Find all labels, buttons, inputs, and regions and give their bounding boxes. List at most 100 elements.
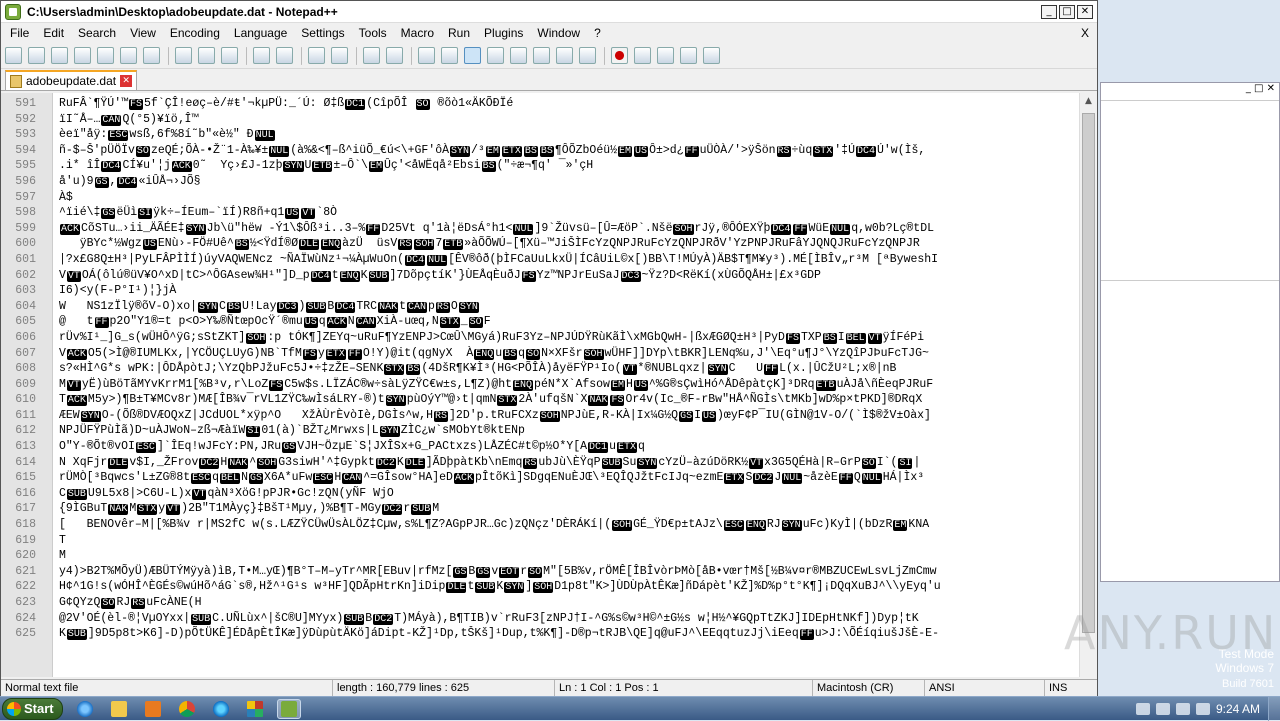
code-line[interactable]: À$ xyxy=(59,190,1079,206)
code-line[interactable]: H¢^1G!s(wÓHÎ^ÈGÉs©wúHõ^áG`s®,Hž^¹G¹s w³H… xyxy=(59,579,1079,595)
folder-workspace-icon[interactable] xyxy=(556,47,573,64)
menu-help[interactable]: ? xyxy=(587,23,608,43)
text-area[interactable]: RuFÂ`¶ŸÚ'™ FS 5f`ÇÎ!eøç–è/#ŧ'¬kµPÜ:_´Ú: Ø‡… xyxy=(53,93,1079,677)
tab-close-icon[interactable]: ✕ xyxy=(120,75,133,87)
code-line[interactable]: V VT OÁ(ôlú®üV¥O^xD|tC>^ÔGAsew¾H¹"]D_p DC4 t… xyxy=(59,268,1079,284)
clock[interactable]: 9:24 AM xyxy=(1216,702,1260,716)
app-grid-icon[interactable] xyxy=(243,699,267,719)
close-all-icon[interactable] xyxy=(120,47,137,64)
function-list-icon[interactable] xyxy=(533,47,550,64)
monitoring-icon[interactable] xyxy=(579,47,596,64)
code-line[interactable]: O"Y-®Õt®vOI ESC]`ÎEq!wJFcY:PN,JRu GS VJH~Öz… xyxy=(59,439,1079,455)
redo-icon[interactable] xyxy=(276,47,293,64)
record-macro-icon[interactable] xyxy=(611,47,628,64)
menu-language[interactable]: Language xyxy=(227,23,294,43)
background-window[interactable]: _ □ ✕ xyxy=(1100,82,1280,582)
stop-macro-icon[interactable] xyxy=(634,47,651,64)
replace-icon[interactable] xyxy=(331,47,348,64)
code-line[interactable]: å'u)9 GS, DC4 «iÛÅ¬›JÕ§ xyxy=(59,174,1079,190)
word-wrap-icon[interactable] xyxy=(441,47,458,64)
network-icon[interactable] xyxy=(1155,702,1170,715)
close-icon[interactable] xyxy=(97,47,114,64)
code-line[interactable]: M VT yË)ùBöTãMYvKrrM1[%B³v,r\LoZ FS C5w$s.LÏ… xyxy=(59,377,1079,393)
menu-window[interactable]: Window xyxy=(530,23,587,43)
play-macro-multiple-icon[interactable] xyxy=(680,47,697,64)
code-line[interactable]: {9ÌGBuT NAK M STX y VT)2B"T1MÀyç}‡BšT¹Mµy,)%B… xyxy=(59,501,1079,517)
notepadpp-taskbar-icon[interactable] xyxy=(276,698,301,719)
code-line[interactable]: N XqFjr DLE v$I,_ŽFrov DC2 H NAK ^ SOH G3siwH'^‡… xyxy=(59,455,1079,471)
edge-icon[interactable] xyxy=(209,699,233,719)
new-file-icon[interactable] xyxy=(5,47,22,64)
code-line[interactable]: T xyxy=(59,533,1079,549)
code-line[interactable]: V ACK O5(>Ì@®IUMLKx,|YCÖUÇLUyG)NB`TfM FS y ET… xyxy=(59,346,1079,362)
vertical-scrollbar[interactable]: ▲ xyxy=(1079,93,1097,677)
start-button[interactable]: Start xyxy=(2,697,63,720)
show-desktop-button[interactable] xyxy=(1268,696,1280,721)
code-line[interactable]: .i* îÎ DC4 CÍ¥u'¦j ACK 0˜ Yç›£J-1zþ SYN U ETB ±–… xyxy=(59,158,1079,174)
paste-icon[interactable] xyxy=(221,47,238,64)
minimize-button[interactable]: _ xyxy=(1041,4,1057,19)
code-line[interactable]: RuFÂ`¶ŸÚ'™ FS 5f`ÇÎ!eøç–è/#ŧ'¬kµPÜ:_´Ú: Ø‡… xyxy=(59,96,1079,112)
menu-view[interactable]: View xyxy=(123,23,163,43)
play-macro-icon[interactable] xyxy=(657,47,674,64)
zoom-in-icon[interactable] xyxy=(363,47,380,64)
ie-icon[interactable] xyxy=(73,699,97,719)
menu-encoding[interactable]: Encoding xyxy=(163,23,227,43)
show-all-characters-icon[interactable] xyxy=(464,47,481,64)
menu-tools[interactable]: Tools xyxy=(352,23,394,43)
indent-guide-icon[interactable] xyxy=(487,47,504,64)
code-line[interactable]: ÆEW SYN O-(Õß®DVÆOQxZ|JCdUOL*xÿp^O XžÀÙrÈv… xyxy=(59,408,1079,424)
explorer-icon[interactable] xyxy=(107,699,131,719)
code-line[interactable]: I6)<y(F-P°I¹)¦}jÀ xyxy=(59,283,1079,299)
code-line[interactable]: ^ïié\‡ GS ëÜì SI ÿk÷–ÍEum–`ïÍ)R8ñ+q1 US VT `8Ò xyxy=(59,205,1079,221)
chrome-icon[interactable] xyxy=(175,699,199,719)
code-line[interactable]: ACK CõSTu…›ii_ÄÃÉE‡ SYN Jb\ü"hëw -Ý1\$Ôß³i.… xyxy=(59,221,1079,237)
code-line[interactable]: |?x£G8Q±H³|PyLFÂPÌÌÍ)úyVAQWENcz ~ÑAÏWùNz… xyxy=(59,252,1079,268)
code-line[interactable]: G¢QYzQ SO RJ RS uFcÀNE(H xyxy=(59,595,1079,611)
maximize-button[interactable]: □ xyxy=(1059,4,1075,19)
menu-file[interactable]: File xyxy=(3,23,36,43)
code-line[interactable]: s?«HÌ^G*s wPK:|ÔDÅpòtJ;\YzQbPJžuFc5J•÷‡z… xyxy=(59,361,1079,377)
scroll-up-icon[interactable]: ▲ xyxy=(1080,93,1097,110)
cut-icon[interactable] xyxy=(175,47,192,64)
volume-icon[interactable] xyxy=(1175,702,1190,715)
save-macro-icon[interactable] xyxy=(703,47,720,64)
code-line[interactable]: [ BENOvêr–M|[%B¾v r|MS2fC w(s.LÆZŸCÜwÜsÀ… xyxy=(59,517,1079,533)
menu-edit[interactable]: Edit xyxy=(36,23,71,43)
code-line[interactable]: @2V'OÉ(èl-®¦VµOYxx| SUB C.UÑLùx^|šC®U]MYyx… xyxy=(59,611,1079,627)
close-document-button[interactable]: X xyxy=(1081,26,1097,40)
find-icon[interactable] xyxy=(308,47,325,64)
code-line[interactable]: èeï"åÿ: ESC wsß,6f%8í˜b"«è½" Ð NUL xyxy=(59,127,1079,143)
background-window-controls[interactable]: _ □ ✕ xyxy=(1101,83,1279,101)
code-line[interactable]: y4)>B2T%MÕyÜ)ÆBÜTÝMÿyà)ìB,T•M…yŒ)¶B°T–M–… xyxy=(59,564,1079,580)
sync-scroll-icon[interactable] xyxy=(418,47,435,64)
close-window-button[interactable]: ✕ xyxy=(1077,4,1093,19)
zoom-out-icon[interactable] xyxy=(386,47,403,64)
menu-search[interactable]: Search xyxy=(71,23,123,43)
code-line[interactable]: rÜv%I¹_]G_s(wÜHÔ^ÿG;sStZKT] SOH:p tÓK¶]ZE… xyxy=(59,330,1079,346)
code-line[interactable]: K SUB]9D5p8t>K6]-D)pÕtÜKÊ]ÉDåpÈtÎKæ]ÿDùpù… xyxy=(59,626,1079,642)
doc-map-icon[interactable] xyxy=(510,47,527,64)
save-icon[interactable] xyxy=(51,47,68,64)
save-all-icon[interactable] xyxy=(74,47,91,64)
open-file-icon[interactable] xyxy=(28,47,45,64)
code-line[interactable]: T ACK M5y>)¶B±T¥MCv8r)MÆ[ÎB¾v¯rVL1ZŸC‰wÌsá… xyxy=(59,392,1079,408)
code-line[interactable]: ñ-$–Š'pÜÖÏv SO zeQÉ;ÕÀ-•Ž¨1-À‰¥± NUL (à%&<¶–… xyxy=(59,143,1079,159)
scroll-thumb[interactable] xyxy=(1082,113,1095,633)
menu-macro[interactable]: Macro xyxy=(394,23,441,43)
code-line[interactable]: NPJÜFŸPùÌã)D~uÀJWoN–zß¬ÆàïW SI 01(à)`BŽT¿M… xyxy=(59,423,1079,439)
copy-icon[interactable] xyxy=(198,47,215,64)
menu-settings[interactable]: Settings xyxy=(294,23,351,43)
code-line[interactable]: W NS1zÏlÿ®õV-O)xo| SYN C BS U!Lay DC3) SUB B DC4… xyxy=(59,299,1079,315)
undo-icon[interactable] xyxy=(253,47,270,64)
media-player-icon[interactable] xyxy=(141,699,165,719)
action-center-icon[interactable] xyxy=(1135,702,1150,715)
menu-plugins[interactable]: Plugins xyxy=(477,23,530,43)
editor[interactable]: 591 592 593 594 595 596 597 598 599 600 601 602 603 6… xyxy=(1,93,1097,677)
code-line[interactable]: ïI˜Å–… CAN Q(°5)¥ïö‚Î™ xyxy=(59,112,1079,128)
code-line[interactable]: ÿBYc*½Wgz US ENù›-FÖ#Uê^ BS ½<ŸdÍ®Ø DLE ENQ àzÜ… xyxy=(59,236,1079,252)
security-icon[interactable] xyxy=(1195,702,1210,715)
code-line[interactable]: rÜMÒ[³Bqwcs'L±ZG®8t ESC q BEL N GS X6A*uFw ESC H… xyxy=(59,470,1079,486)
code-line[interactable]: C SUB U9L5x8|>C6U-L)x VT qàN³XöG!pPJR•Gc!zQN… xyxy=(59,486,1079,502)
code-line[interactable]: M xyxy=(59,548,1079,564)
